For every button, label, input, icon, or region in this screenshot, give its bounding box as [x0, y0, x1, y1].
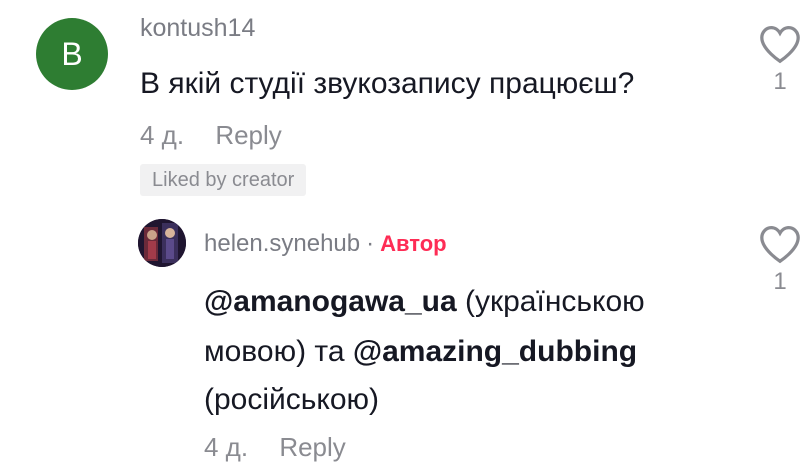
reply-avatar[interactable]	[138, 219, 186, 267]
commenter-avatar[interactable]: B	[36, 18, 108, 90]
reply-like-count: 1	[773, 268, 787, 295]
comment-like-group: 1	[752, 24, 800, 96]
comment-meta: 4 д. Reply	[140, 120, 282, 151]
comment-time: 4 д.	[140, 120, 185, 150]
reply-reply-button[interactable]: Reply	[279, 432, 345, 462]
liked-by-creator-badge: Liked by creator	[140, 164, 307, 196]
reply-text-2-start: мовою) та	[204, 335, 353, 368]
comment-text: В якій студії звукозапису працюєш?	[140, 67, 635, 100]
avatar-image	[138, 219, 186, 267]
mention-amanogawa[interactable]: @amanogawa_ua	[204, 285, 457, 318]
reply-text-line-1: @amanogawa_ua (українською	[204, 278, 645, 326]
reply-meta: 4 д. Reply	[204, 432, 346, 463]
heart-outline-icon[interactable]	[758, 224, 800, 264]
commenter-username[interactable]: kontush14	[140, 14, 255, 43]
mention-amazing-dubbing[interactable]: @amazing_dubbing	[353, 335, 637, 368]
reply-like-group: 1	[752, 224, 800, 296]
comment-like-count: 1	[773, 68, 787, 95]
avatar-letter: B	[61, 35, 83, 72]
heart-outline-icon[interactable]	[758, 24, 800, 64]
reply-time: 4 д.	[204, 432, 249, 462]
reply-header: helen.synehub · Автор	[204, 230, 447, 258]
author-badge: Автор	[380, 231, 447, 256]
reply-text-1-rest: (українською	[456, 285, 645, 318]
reply-username[interactable]: helen.synehub	[204, 230, 360, 257]
reply-text-line-3: (російською)	[204, 383, 380, 416]
comment-reply-button[interactable]: Reply	[215, 120, 281, 150]
separator-dot: ·	[366, 230, 375, 257]
reply-text-line-2: мовою) та @amazing_dubbing	[204, 328, 637, 376]
